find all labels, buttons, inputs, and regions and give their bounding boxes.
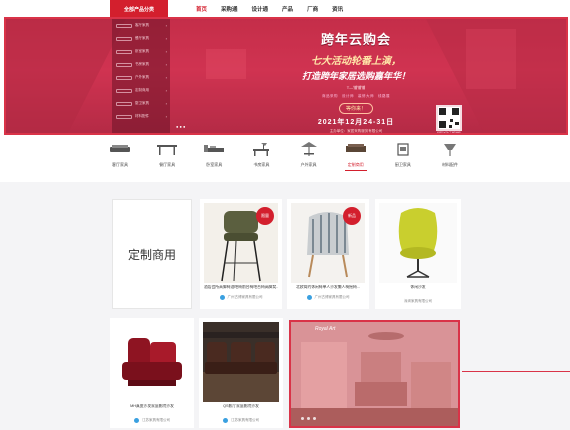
product-grid-background: [0, 182, 570, 430]
category-icon: [116, 88, 132, 93]
category-icon: [116, 75, 132, 80]
banner-category-item[interactable]: 户外家具 ›: [112, 71, 170, 84]
qr-label: 扫码关注了解详情: [436, 131, 461, 135]
product-title[interactable]: 酒店会所高脚椅酒吧椅前台椅吧台椅高脚凳...: [204, 285, 278, 290]
product-badge: 限量: [256, 207, 274, 225]
banner-category-item[interactable]: 客厅家具 ›: [112, 19, 170, 32]
chevron-right-icon: ›: [165, 49, 167, 54]
category-icon: [116, 62, 132, 67]
category-bedroom[interactable]: 卧室家具: [194, 140, 234, 172]
banner-category-item[interactable]: 定制商用 ›: [112, 84, 170, 97]
banner-title: 跨年云购会: [320, 32, 391, 47]
kitchen-icon: [390, 142, 416, 156]
category-icon: [116, 114, 132, 119]
banner-category-item[interactable]: 厨卫家具 ›: [112, 97, 170, 110]
feature-card-commercial[interactable]: 定制商用: [112, 199, 192, 309]
commercial-icon: [343, 142, 369, 156]
nav-link-home[interactable]: 首页: [196, 5, 207, 13]
nav-link-design[interactable]: 设计通: [252, 5, 269, 13]
material-icon: [437, 142, 463, 156]
chevron-right-icon: ›: [165, 23, 167, 28]
chevron-right-icon: ›: [165, 62, 167, 67]
category-outdoor[interactable]: 户外家具: [289, 140, 329, 172]
category-icon: [116, 23, 132, 28]
nav-links: 首页 采购通 设计通 产品 厂商 资讯: [196, 0, 343, 18]
category-icon: [116, 36, 132, 41]
product-store[interactable]: 深圳家具有限公司: [379, 299, 457, 304]
product-card[interactable]: 限量 酒店会所高脚椅酒吧椅前台椅吧台椅高脚凳... 广州古博家具有限公司: [200, 199, 282, 309]
product-store[interactable]: 江苏家具有限公司: [203, 418, 279, 423]
product-title[interactable]: 休闲沙发: [379, 285, 457, 290]
product-card[interactable]: MH真皮沙发家庭影院沙发 江苏家具有限公司: [110, 318, 194, 428]
store-icon: [219, 295, 225, 300]
chevron-right-icon: ›: [165, 36, 167, 41]
selection-overlay: [291, 322, 458, 426]
banner-category-item[interactable]: 材料配件 ›: [112, 110, 170, 123]
category-commercial[interactable]: 定制商用: [336, 140, 376, 172]
product-store[interactable]: 广州古博家具有限公司: [204, 295, 278, 300]
category-bar: 客厅家具 餐厅家具 卧室家具 书房家具 户外家具 定制商用 厨卫家具 材料配件: [100, 140, 470, 172]
product-title[interactable]: QS影厅家庭影院沙发: [203, 404, 279, 409]
product-card[interactable]: 新品 北欧简约休闲椅单人沙发懒人椅摇椅... 广州古博家具有限公司: [287, 199, 369, 309]
carousel-dots[interactable]: ● ● ●: [176, 124, 185, 129]
product-badge: 新品: [343, 207, 361, 225]
chevron-right-icon: ›: [165, 88, 167, 93]
red-cinema-sofa-image: [114, 322, 190, 402]
banner-subtitle: 打造跨年家居选购嘉年华！: [301, 71, 410, 81]
category-living-room[interactable]: 客厅家具: [100, 140, 140, 172]
banner-category-item[interactable]: 餐厅家具 ›: [112, 32, 170, 45]
product-card[interactable]: 休闲沙发 深圳家具有限公司: [375, 199, 461, 309]
product-store[interactable]: 广州古博家具有限公司: [291, 295, 365, 300]
feature-card-label: 定制商用: [127, 247, 176, 262]
chevron-right-icon: ›: [165, 75, 167, 80]
category-kitchen[interactable]: 厨卫家具: [383, 140, 423, 172]
product-card[interactable]: QS影厅家庭影院沙发 江苏家具有限公司: [199, 318, 283, 428]
chevron-right-icon: ›: [165, 101, 167, 106]
category-materials[interactable]: 材料配件: [430, 140, 470, 172]
chevron-right-icon: ›: [165, 114, 167, 119]
nav-link-products[interactable]: 产品: [282, 5, 293, 13]
store-icon: [306, 295, 312, 300]
nav-link-manufacturers[interactable]: 厂商: [307, 5, 318, 13]
banner-category-item[interactable]: 卧室家具 ›: [112, 45, 170, 58]
nav-link-news[interactable]: 资讯: [332, 5, 343, 13]
parasol-icon: [296, 142, 322, 156]
category-dining[interactable]: 餐厅家具: [147, 140, 187, 172]
yellow-egg-chair-image: [379, 203, 457, 283]
desk-lamp-icon: [248, 142, 274, 156]
banner-category-item[interactable]: 书房家具 ›: [112, 58, 170, 71]
nav-link-procurement[interactable]: 采购通: [221, 5, 238, 13]
banner-tag: T—铺铺铺: [346, 85, 366, 90]
bar-stool-image: 限量: [204, 203, 278, 283]
product-title[interactable]: 北欧简约休闲椅单人沙发懒人椅摇椅...: [291, 285, 365, 290]
selection-connector-line: [462, 371, 570, 372]
living-room-showcase-banner[interactable]: Royal Art: [289, 320, 460, 428]
banner-cta[interactable]: 等你来！: [338, 103, 373, 114]
banner-subtitle: 七大活动轮番上演，: [311, 56, 401, 67]
carousel-dots[interactable]: [301, 417, 316, 420]
sofa-icon: [107, 142, 133, 156]
banner-organizer: 主办单位：家居采购服务有限公司: [329, 129, 383, 133]
striped-lounge-chair-image: 新品: [291, 203, 365, 283]
product-store[interactable]: 江苏家具有限公司: [114, 418, 190, 423]
product-title[interactable]: MH真皮沙发家庭影院沙发: [114, 404, 190, 409]
qr-code-icon: [436, 105, 462, 131]
category-icon: [116, 101, 132, 106]
category-study[interactable]: 书房家具: [241, 140, 281, 172]
banner-category-panel: 客厅家具 › 餐厅家具 › 卧室家具 › 书房家具 › 户外家具 › 定制商用 › 厨卫家具…: [112, 19, 170, 133]
category-icon: [116, 49, 132, 54]
theater-seating-image: [203, 322, 279, 402]
banner-links: 商品采购 设计师 装修大师 线路展: [322, 94, 390, 98]
banner-headline: 跨年云购会 七大活动轮番上演， 打造跨年家居选购嘉年华！ T—铺铺铺 商品采购 …: [266, 29, 446, 133]
top-navigation: 全部产品分类 首页 采购通 设计通 产品 厂商 资讯: [0, 0, 570, 18]
hero-banner[interactable]: 客厅家具 › 餐厅家具 › 卧室家具 › 书房家具 › 户外家具 › 定制商用 › 厨卫家具…: [4, 17, 568, 135]
store-icon: [223, 418, 228, 423]
banner-date: 2021年12月24-31日: [317, 119, 395, 126]
bed-icon: [201, 142, 227, 156]
all-categories-button[interactable]: 全部产品分类: [110, 0, 168, 18]
store-icon: [134, 418, 139, 423]
dining-table-icon: [154, 142, 180, 156]
brand-logo: Royal Art: [315, 326, 336, 332]
